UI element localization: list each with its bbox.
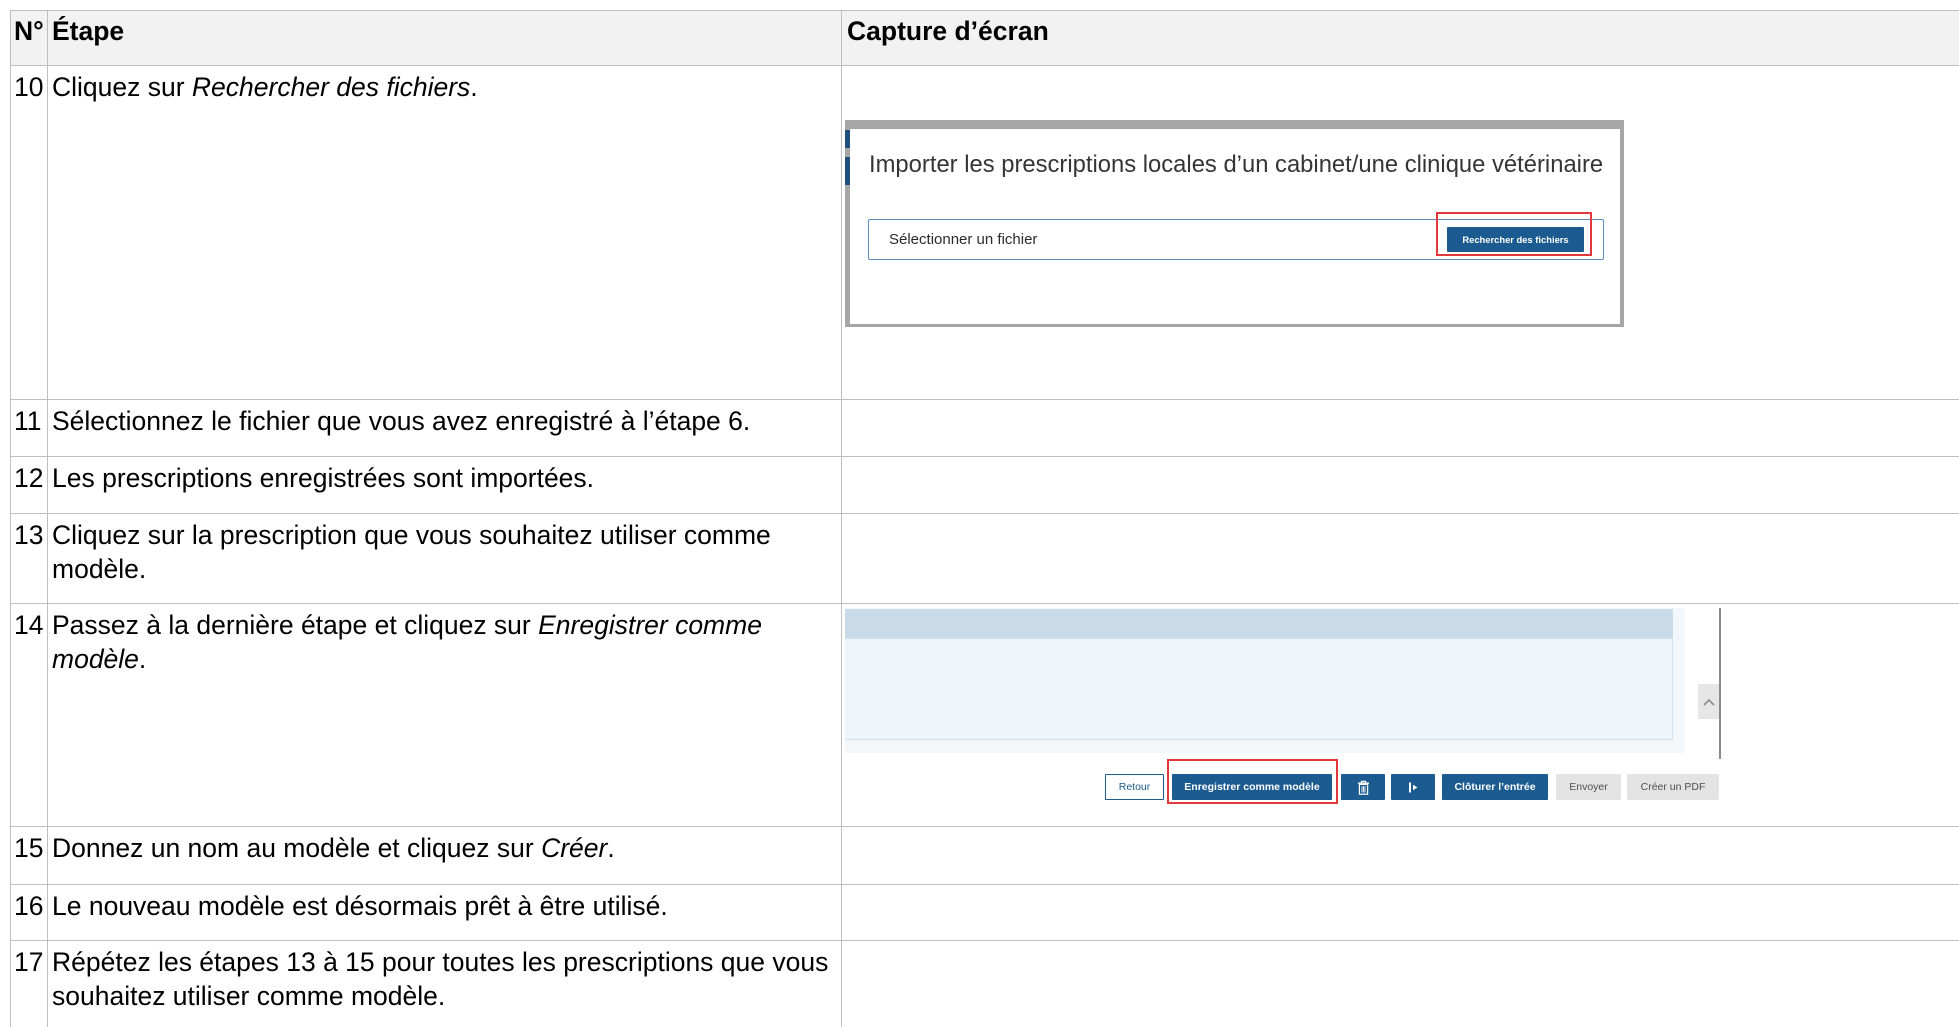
step-text-end: .: [607, 833, 615, 863]
step-instruction: Cliquez sur Rechercher des fichiers.: [47, 66, 841, 399]
table-row: 11 Sélectionnez le fichier que vous avez…: [10, 400, 1959, 457]
file-select-label: Sélectionner un fichier: [889, 231, 1038, 248]
list-header-bar: [845, 609, 1673, 638]
action-bar-screenshot: Retour Enregistrer comme modèle Clôturer…: [845, 608, 1722, 806]
step-number: 14: [10, 604, 47, 826]
step-text-end: .: [470, 72, 478, 102]
step-instruction: Le nouveau modèle est désormais prêt à ê…: [47, 885, 841, 940]
back-button: Retour: [1105, 774, 1164, 800]
screenshot-cell: [841, 827, 1959, 884]
header-number: N°: [10, 11, 47, 65]
table-row: 15 Donnez un nom au modèle et cliquez su…: [10, 827, 1959, 885]
import-dialog-screenshot: Importer les prescriptions locales d’un …: [845, 120, 1624, 327]
step-number: 11: [10, 400, 47, 456]
screenshot-cell: [841, 885, 1959, 940]
app-header-edge: [845, 130, 850, 148]
table-row: 16 Le nouveau modèle est désormais prêt …: [10, 885, 1959, 941]
export-button: [1391, 774, 1435, 800]
screenshot-cell: [841, 457, 1959, 513]
table-row: 12 Les prescriptions enregistrées sont i…: [10, 457, 1959, 514]
step-instruction: Répétez les étapes 13 à 15 pour toutes l…: [47, 941, 841, 1027]
screenshot-cell: [841, 400, 1959, 456]
step-instruction: Donnez un nom au modèle et cliquez sur C…: [47, 827, 841, 884]
step-number: 13: [10, 514, 47, 603]
header-step: Étape: [47, 11, 841, 65]
screenshot-cell: Retour Enregistrer comme modèle Clôturer…: [841, 604, 1959, 826]
step-instruction: Cliquez sur la prescription que vous sou…: [47, 514, 841, 603]
step-ui-term: Créer: [541, 833, 608, 863]
step-text: Cliquez sur: [52, 72, 192, 102]
step-instruction: Sélectionnez le fichier que vous avez en…: [47, 400, 841, 456]
highlight-frame: [1436, 212, 1592, 256]
step-number: 16: [10, 885, 47, 940]
step-number: 15: [10, 827, 47, 884]
close-entry-button: Clôturer l’entrée: [1442, 774, 1548, 800]
trash-icon: [1357, 780, 1369, 795]
table-row: 13 Cliquez sur la prescription que vous …: [10, 514, 1959, 604]
table-row: 14 Passez à la dernière étape et cliquez…: [10, 604, 1959, 827]
table-row: 17 Répétez les étapes 13 à 15 pour toute…: [10, 941, 1959, 1027]
send-button: Envoyer: [1556, 774, 1621, 800]
step-text: Donnez un nom au modèle et cliquez sur: [52, 833, 542, 863]
step-number: 17: [10, 941, 47, 1027]
app-header-edge: [845, 157, 850, 185]
document-page: N° Étape Capture d’écran 10 Cliquez sur …: [0, 0, 1959, 1027]
list-panel: [845, 638, 1673, 740]
delete-button: [1341, 774, 1385, 800]
step-number: 10: [10, 66, 47, 399]
scroll-up-button: [1698, 684, 1719, 719]
screenshot-cell: [841, 941, 1959, 1027]
dialog-title: Importer les prescriptions locales d’un …: [869, 151, 1604, 178]
screenshot-cell: Importer les prescriptions locales d’un …: [841, 66, 1959, 399]
table-header-row: N° Étape Capture d’écran: [10, 10, 1959, 66]
header-screenshot: Capture d’écran: [841, 11, 1959, 65]
export-icon: [1408, 782, 1417, 792]
create-pdf-button: Créer un PDF: [1627, 774, 1719, 800]
highlight-frame: [1167, 759, 1338, 804]
step-instruction: Passez à la dernière étape et cliquez su…: [47, 604, 841, 826]
step-text-end: .: [138, 644, 147, 674]
chevron-up-icon: [1702, 698, 1715, 706]
step-ui-term: Rechercher des fichiers: [191, 72, 471, 102]
step-text: Passez à la dernière étape et cliquez su…: [52, 610, 539, 640]
step-instruction: Les prescriptions enregistrées sont impo…: [47, 457, 841, 513]
table-row: 10 Cliquez sur Rechercher des fichiers. …: [10, 66, 1959, 400]
scrollbar-track: [1719, 608, 1721, 759]
step-number: 12: [10, 457, 47, 513]
screenshot-cell: [841, 514, 1959, 603]
